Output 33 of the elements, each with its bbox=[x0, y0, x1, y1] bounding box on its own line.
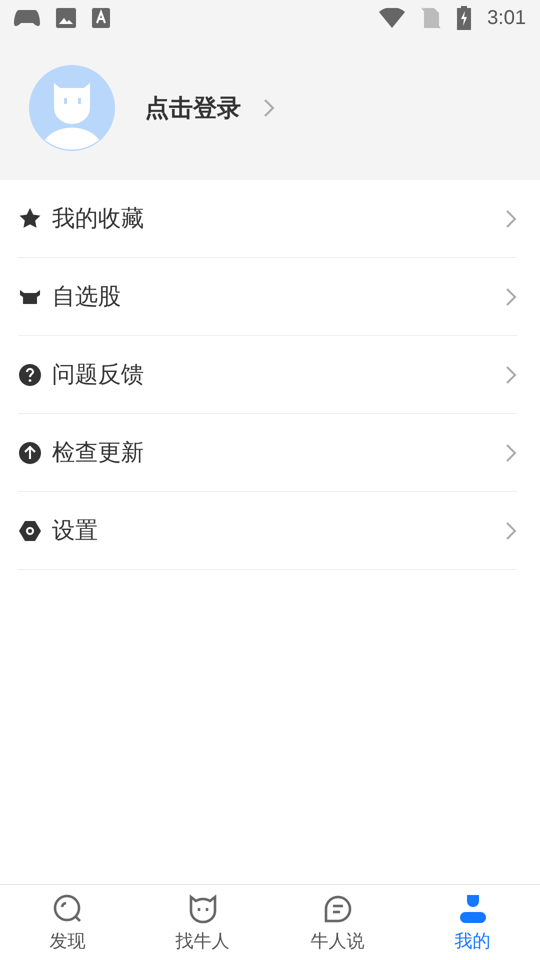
font-icon bbox=[92, 8, 110, 28]
star-icon bbox=[18, 206, 42, 230]
login-link[interactable]: 点击登录 bbox=[145, 92, 241, 124]
menu-item[interactable]: 我的收藏 bbox=[18, 180, 517, 258]
chevron-icon bbox=[263, 98, 275, 118]
image-icon bbox=[56, 8, 76, 28]
nav-tab[interactable]: 找牛人 bbox=[135, 885, 270, 960]
chevron-icon bbox=[505, 208, 517, 228]
chevron-icon bbox=[505, 364, 517, 384]
menu-label: 自选股 bbox=[52, 283, 122, 312]
avatar-icon[interactable] bbox=[29, 65, 115, 151]
gamepad-icon bbox=[14, 9, 40, 27]
no-sim-icon bbox=[421, 7, 442, 29]
menu-label: 问题反馈 bbox=[52, 361, 145, 390]
nav-tab[interactable]: 我的 bbox=[405, 885, 540, 960]
wifi-icon bbox=[379, 8, 406, 28]
help-icon bbox=[18, 362, 42, 386]
settings-icon bbox=[18, 518, 42, 542]
status-time: 3:01 bbox=[487, 6, 526, 30]
chevron-icon bbox=[505, 520, 517, 540]
menu-label: 设置 bbox=[52, 517, 99, 546]
menu-item[interactable]: 自选股 bbox=[18, 258, 517, 336]
menu-item[interactable]: 问题反馈 bbox=[18, 336, 517, 414]
nav-tab[interactable]: 发现 bbox=[0, 885, 135, 960]
upload-icon bbox=[18, 440, 42, 464]
menu-item[interactable]: 检查更新 bbox=[18, 414, 517, 492]
chevron-icon bbox=[505, 442, 517, 462]
menu-item[interactable]: 设置 bbox=[18, 492, 517, 570]
menu-label: 我的收藏 bbox=[52, 205, 145, 234]
chevron-icon bbox=[505, 286, 517, 306]
menu-label: 检查更新 bbox=[52, 439, 145, 468]
nav-tab[interactable]: 牛人说 bbox=[270, 885, 405, 960]
battery-charging-icon bbox=[457, 6, 472, 30]
